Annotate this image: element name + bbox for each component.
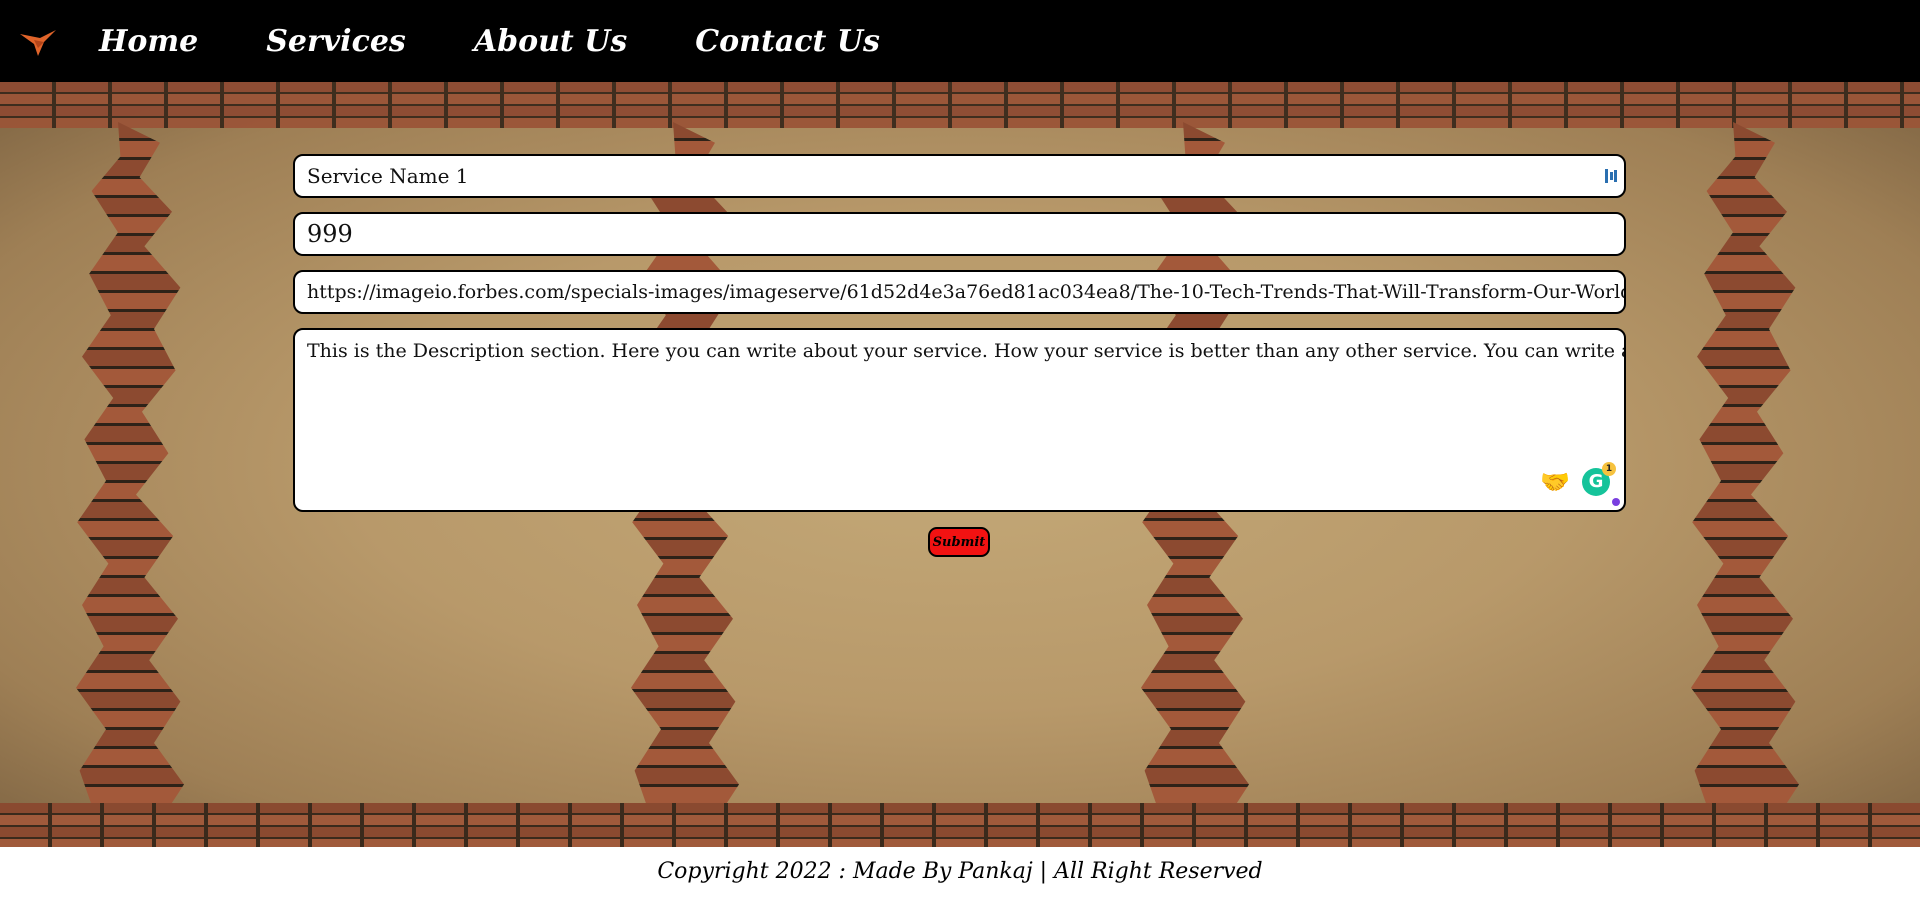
service-name-value: Service Name 1 (307, 164, 469, 188)
service-form: Service Name 1 999 https://imageio.forbe… (293, 154, 1626, 526)
grammarly-badge: 1 (1602, 462, 1616, 476)
brick-band-top (0, 82, 1920, 128)
price-value: 999 (307, 220, 353, 248)
image-url-input[interactable]: https://imageio.forbes.com/specials-imag… (293, 270, 1626, 314)
footer-text: Copyright 2022 : Made By Pankaj | All Ri… (657, 859, 1263, 884)
brick-band-bottom (0, 803, 1920, 847)
nav-contact-link[interactable]: Contact Us (695, 20, 880, 64)
grammarly-icon[interactable]: G 1 (1582, 462, 1616, 496)
handshake-icon[interactable]: 🤝 (1540, 470, 1570, 494)
footer: Copyright 2022 : Made By Pankaj | All Ri… (0, 847, 1920, 898)
image-url-value: https://imageio.forbes.com/specials-imag… (307, 281, 1626, 303)
hummingbird-logo-icon[interactable] (18, 26, 58, 58)
nav-links: Home Services About Us Contact Us (99, 20, 948, 64)
nav-home-link[interactable]: Home (99, 20, 198, 64)
grammarly-label: G (1588, 471, 1604, 492)
nav-services-link[interactable]: Services (266, 20, 406, 64)
brick-pillar (76, 122, 184, 812)
textarea-extension-icons: 🤝 G 1 (1540, 462, 1616, 496)
submit-button[interactable]: Submit (928, 527, 990, 557)
nav-about-link[interactable]: About Us (474, 20, 627, 64)
navbar: Home Services About Us Contact Us (0, 0, 1920, 82)
password-manager-icon[interactable] (1604, 167, 1618, 185)
description-value: This is the Description section. Here yo… (307, 340, 1624, 362)
brick-pillar (1691, 122, 1799, 812)
resize-handle-icon[interactable] (1612, 498, 1620, 506)
description-textarea[interactable]: This is the Description section. Here yo… (293, 328, 1626, 512)
service-name-input[interactable]: Service Name 1 (293, 154, 1626, 198)
price-input[interactable]: 999 (293, 212, 1626, 256)
